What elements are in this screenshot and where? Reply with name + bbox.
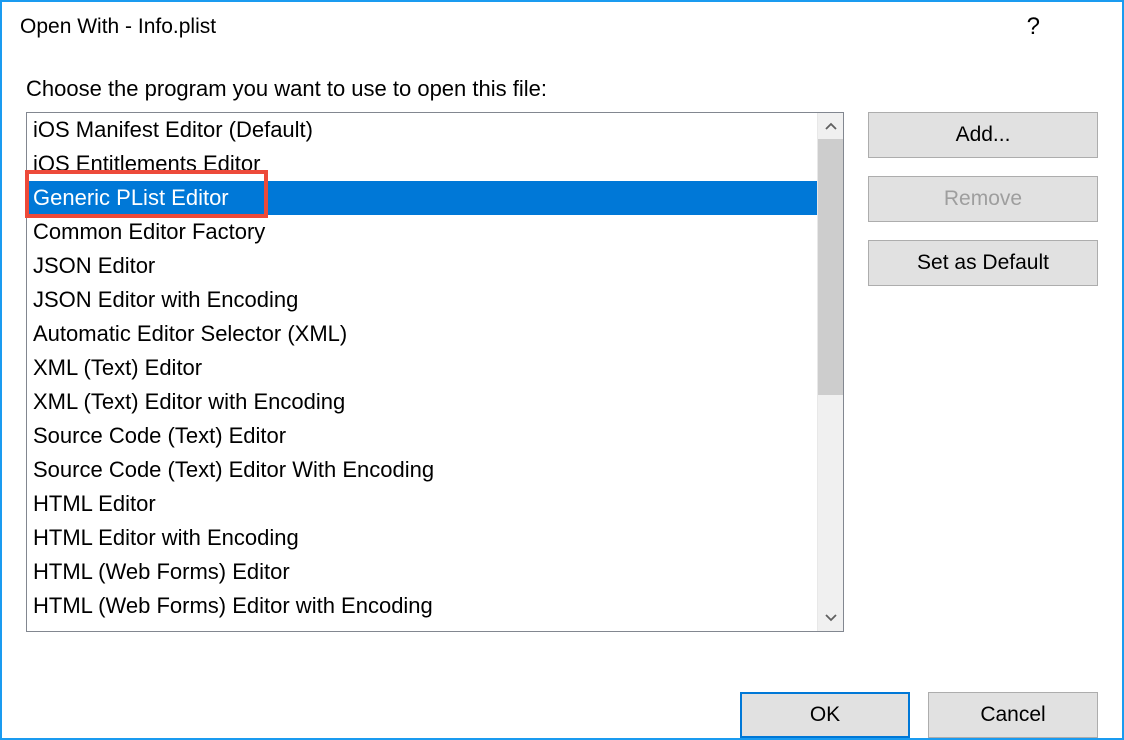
- set-default-button[interactable]: Set as Default: [868, 240, 1098, 286]
- titlebar: Open With - Info.plist ?: [2, 2, 1122, 52]
- remove-button[interactable]: Remove: [868, 176, 1098, 222]
- scroll-thumb[interactable]: [818, 139, 843, 395]
- main-row: iOS Manifest Editor (Default)iOS Entitle…: [26, 112, 1098, 632]
- list-item[interactable]: Source Code (Text) Editor With Encoding: [27, 453, 817, 487]
- list-item[interactable]: XML (Text) Editor: [27, 351, 817, 385]
- scroll-up-icon[interactable]: [818, 113, 843, 139]
- list-item[interactable]: HTML Editor with Encoding: [27, 521, 817, 555]
- list-item[interactable]: JSON Editor with Encoding: [27, 283, 817, 317]
- open-with-dialog: Open With - Info.plist ? Choose the prog…: [0, 0, 1124, 740]
- scroll-down-icon[interactable]: [818, 605, 843, 631]
- list-item[interactable]: iOS Manifest Editor (Default): [27, 113, 817, 147]
- list-item[interactable]: HTML Editor: [27, 487, 817, 521]
- close-icon[interactable]: [1076, 15, 1100, 39]
- scroll-track[interactable]: [818, 139, 843, 605]
- list-item[interactable]: XML (Text) Editor with Encoding: [27, 385, 817, 419]
- dialog-content: Choose the program you want to use to op…: [2, 52, 1122, 664]
- list-item[interactable]: Automatic Editor Selector (XML): [27, 317, 817, 351]
- ok-button[interactable]: OK: [740, 692, 910, 738]
- dialog-bottom-buttons: OK Cancel: [2, 664, 1122, 738]
- program-listbox[interactable]: iOS Manifest Editor (Default)iOS Entitle…: [27, 113, 817, 631]
- list-item[interactable]: iOS Entitlements Editor: [27, 147, 817, 181]
- add-button[interactable]: Add...: [868, 112, 1098, 158]
- list-item[interactable]: Source Code (Text) Editor: [27, 419, 817, 453]
- list-item[interactable]: CSS Editor: [27, 623, 817, 631]
- scrollbar[interactable]: [817, 113, 843, 631]
- list-item[interactable]: JSON Editor: [27, 249, 817, 283]
- dialog-title: Open With - Info.plist: [20, 15, 1015, 39]
- titlebar-controls: ?: [1015, 9, 1118, 45]
- program-listbox-container: iOS Manifest Editor (Default)iOS Entitle…: [26, 112, 844, 632]
- help-icon[interactable]: ?: [1015, 9, 1052, 45]
- list-item[interactable]: HTML (Web Forms) Editor: [27, 555, 817, 589]
- side-buttons: Add... Remove Set as Default: [868, 112, 1098, 632]
- list-item[interactable]: Generic PList Editor: [27, 181, 817, 215]
- list-item[interactable]: Common Editor Factory: [27, 215, 817, 249]
- list-item[interactable]: HTML (Web Forms) Editor with Encoding: [27, 589, 817, 623]
- instruction-label: Choose the program you want to use to op…: [26, 76, 1098, 102]
- cancel-button[interactable]: Cancel: [928, 692, 1098, 738]
